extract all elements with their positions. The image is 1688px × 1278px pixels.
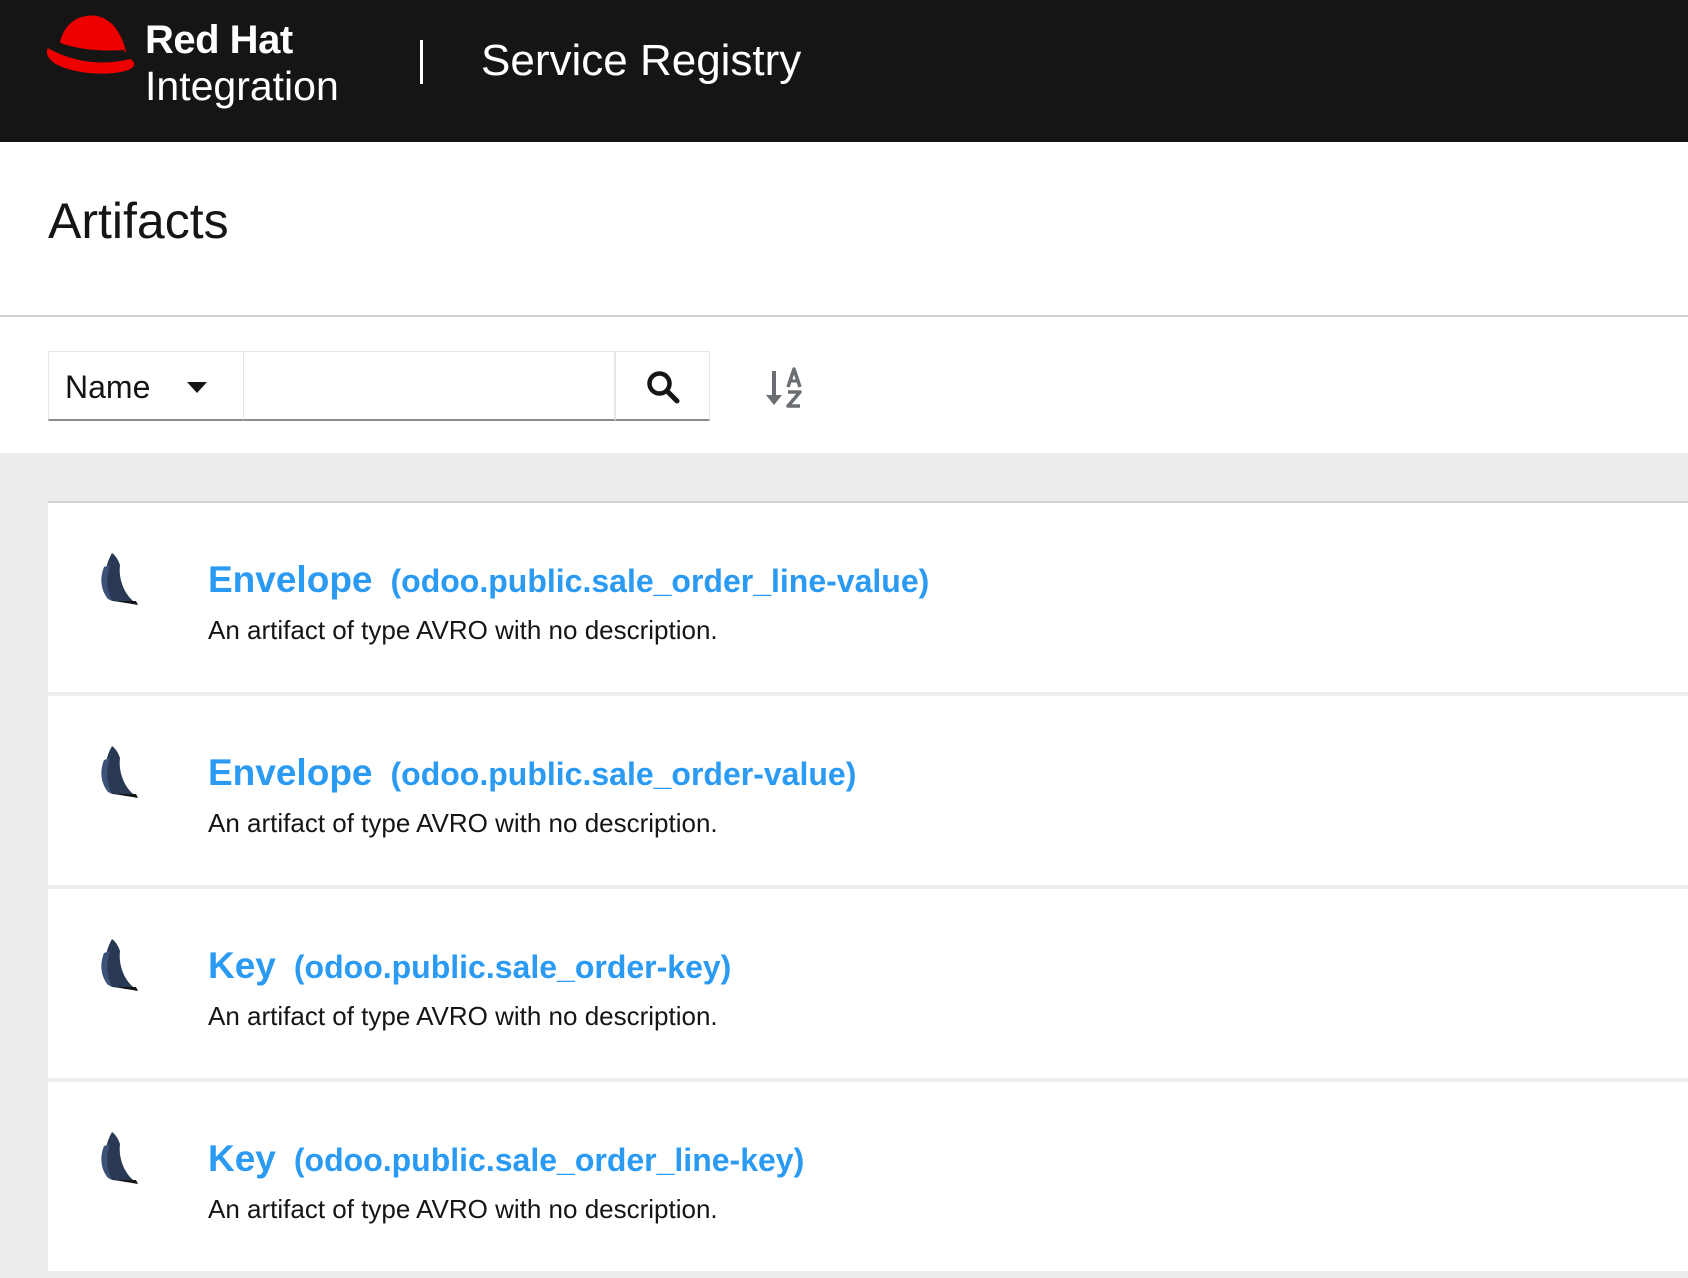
artifact-link[interactable]: Envelope (odoo.public.sale_order_line-val… bbox=[208, 559, 929, 601]
artifact-link[interactable]: Key (odoo.public.sale_order-key) bbox=[208, 945, 731, 987]
red-hat-integration-logo[interactable]: Red Hat Integration bbox=[44, 8, 384, 128]
artifact-name: Envelope bbox=[208, 559, 373, 600]
artifact-description: An artifact of type AVRO with no descrip… bbox=[208, 615, 718, 645]
artifact-description: An artifact of type AVRO with no descrip… bbox=[208, 808, 718, 838]
avro-icon bbox=[101, 553, 138, 605]
artifact-id: (odoo.public.sale_order-value) bbox=[390, 756, 857, 792]
page-header: Artifacts bbox=[0, 142, 1688, 317]
artifacts-toolbar: Name bbox=[0, 317, 1688, 453]
filter-field-label: Name bbox=[65, 369, 151, 405]
avro-icon bbox=[101, 1132, 138, 1184]
masthead: Red Hat Integration Service Registry bbox=[0, 0, 1688, 142]
artifact-list-item[interactable]: Key (odoo.public.sale_order_line-key) An … bbox=[48, 1082, 1688, 1271]
app-title: Service Registry bbox=[481, 36, 802, 85]
page-title: Artifacts bbox=[48, 193, 229, 249]
filter-field-select[interactable]: Name bbox=[48, 351, 244, 421]
artifact-description: An artifact of type AVRO with no descrip… bbox=[208, 1001, 718, 1031]
artifact-list: Envelope (odoo.public.sale_order_line-val… bbox=[48, 501, 1688, 1278]
brand-line-1: Red Hat bbox=[145, 18, 293, 62]
search-input[interactable] bbox=[244, 351, 615, 421]
artifact-name: Key bbox=[208, 945, 276, 986]
artifact-name: Key bbox=[208, 1138, 276, 1179]
search-button[interactable] bbox=[615, 351, 710, 421]
artifact-description: An artifact of type AVRO with no descrip… bbox=[208, 1194, 718, 1224]
sort-alpha-down-icon bbox=[766, 367, 802, 408]
artifact-link[interactable]: Envelope (odoo.public.sale_order-value) bbox=[208, 752, 856, 794]
artifact-list-item[interactable]: Key (odoo.public.sale_order-key) An artif… bbox=[48, 889, 1688, 1078]
artifact-id: (odoo.public.sale_order-key) bbox=[293, 949, 732, 985]
artifact-list-area: Envelope (odoo.public.sale_order_line-val… bbox=[0, 453, 1688, 1278]
avro-icon bbox=[101, 939, 138, 991]
artifact-id: (odoo.public.sale_order_line-value) bbox=[390, 563, 930, 599]
red-hat-logo-icon bbox=[46, 15, 135, 74]
search-icon bbox=[647, 371, 680, 404]
artifact-list-item[interactable]: Envelope (odoo.public.sale_order_line-val… bbox=[48, 503, 1688, 692]
masthead-divider bbox=[420, 40, 423, 84]
avro-icon bbox=[101, 746, 138, 798]
brand-line-2: Integration bbox=[145, 63, 339, 109]
caret-down-icon bbox=[187, 382, 207, 393]
artifact-id: (odoo.public.sale_order_line-key) bbox=[293, 1142, 805, 1178]
artifact-name: Envelope bbox=[208, 752, 373, 793]
sort-button[interactable] bbox=[762, 361, 818, 417]
artifact-list-item[interactable]: Envelope (odoo.public.sale_order-value) A… bbox=[48, 696, 1688, 885]
artifact-link[interactable]: Key (odoo.public.sale_order_line-key) bbox=[208, 1138, 804, 1180]
